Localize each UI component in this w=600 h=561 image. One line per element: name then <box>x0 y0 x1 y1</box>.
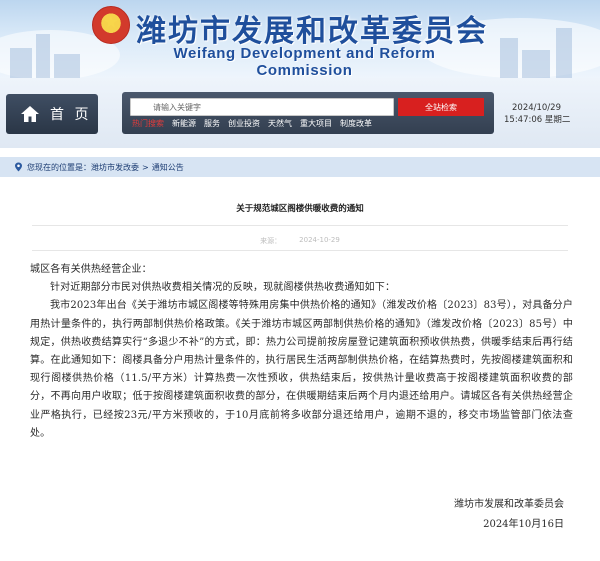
hot-search-link-reform[interactable]: 制度改革 <box>340 118 372 130</box>
breadcrumb-item-notices[interactable]: 通知公告 <box>152 162 184 173</box>
hot-search-row: 热门搜索 新能源 服务 创业投资 天然气 重大项目 制度改革 <box>132 118 372 130</box>
hot-search-link-major-projects[interactable]: 重大项目 <box>300 118 332 130</box>
hot-search-link-new-energy[interactable]: 新能源 <box>172 118 196 130</box>
article-date: 2024-10-29 <box>299 236 340 244</box>
breadcrumb-prefix: 您现在的位置是： <box>27 162 91 172</box>
location-pin-icon <box>15 162 22 172</box>
search-panel: 全站检索 热门搜索 新能源 服务 创业投资 天然气 重大项目 制度改革 <box>122 92 494 134</box>
site-title: 潍坊市发展和改革委员会 <box>136 14 488 49</box>
meta-divider <box>32 250 568 251</box>
hot-search-link-service[interactable]: 服务 <box>204 118 220 130</box>
article-source: 来源： <box>260 237 282 245</box>
datetime-display: 2024/10/29 15:47:06 星期二 <box>504 102 596 126</box>
breadcrumb-item-ndrc[interactable]: 潍坊市发改委 <box>91 162 139 173</box>
title-divider <box>32 225 568 226</box>
hot-search-label: 热门搜索 <box>132 119 164 128</box>
current-time: 15:47:06 星期二 <box>504 115 571 125</box>
nav-bar: 首 页 全站检索 热门搜索 新能源 服务 创业投资 天然气 重大项目 制度改革 … <box>0 78 600 148</box>
article-meta: 来源： 2024-10-29 <box>0 236 600 246</box>
article-paragraph: 针对近期部分市民对供热收费相关情况的反映，现就阁楼供热收费通知如下： <box>50 282 396 294</box>
article-paragraph: 我市2023年出台《关于潍坊市城区阁楼等特殊用房集中供热价格的通知》（潍发改价格… <box>30 300 573 439</box>
hot-search-link-natural-gas[interactable]: 天然气 <box>268 118 292 130</box>
signature-date: 2024年10月16日 <box>483 519 564 530</box>
hot-search-link-venture[interactable]: 创业投资 <box>228 118 260 130</box>
search-input[interactable] <box>130 98 394 116</box>
home-button[interactable]: 首 页 <box>6 94 98 134</box>
signature-organization: 潍坊市发展和改革委员会 <box>454 499 564 510</box>
current-date: 2024/10/29 <box>512 103 561 113</box>
site-subtitle: Weifang Development and Reform Commissio… <box>173 45 436 78</box>
site-search-button[interactable]: 全站检索 <box>398 98 484 116</box>
article-title: 关于规范城区阁楼供暖收费的通知 <box>236 204 364 214</box>
article-salutation: 城区各有关供热经营企业： <box>30 264 152 275</box>
site-banner: 潍坊市发展和改革委员会 Weifang Development and Refo… <box>0 0 600 78</box>
breadcrumb: 您现在的位置是： 潍坊市发改委 > 通知公告 <box>0 157 600 177</box>
breadcrumb-separator: > <box>142 162 149 172</box>
article-body: 城区各有关供热经营企业： 针对近期部分市民对供热收费相关情况的反映，现就阁楼供热… <box>30 261 573 443</box>
home-icon <box>21 106 39 122</box>
home-button-label: 首 页 <box>50 107 92 123</box>
national-emblem-icon <box>92 6 130 44</box>
